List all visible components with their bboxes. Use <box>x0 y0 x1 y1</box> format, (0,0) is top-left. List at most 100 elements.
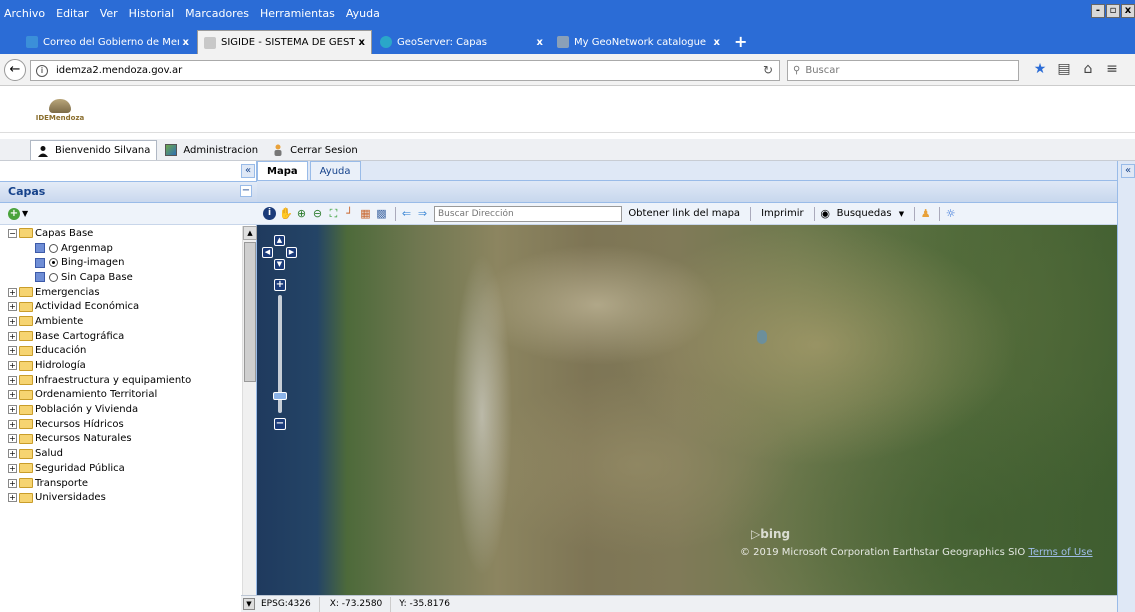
tree-folder[interactable]: + Universidades <box>8 490 240 505</box>
reload-icon[interactable]: ↻ <box>763 63 773 77</box>
collapse-node-icon[interactable]: − <box>8 228 17 238</box>
pan-hand-icon[interactable]: ✋ <box>279 207 293 220</box>
admin-button[interactable]: Administracion <box>159 140 264 160</box>
tab-mapa[interactable]: Mapa <box>257 161 308 180</box>
google-earth-icon[interactable]: ☼ <box>944 207 957 220</box>
menu-historial[interactable]: Historial <box>129 7 174 20</box>
tab-ayuda[interactable]: Ayuda <box>309 161 361 180</box>
tab-close-icon[interactable]: x <box>537 37 543 48</box>
terms-of-use-link[interactable]: Terms of Use <box>1028 547 1092 558</box>
add-layer-icon[interactable]: + <box>8 207 20 220</box>
welcome-tab[interactable]: Bienvenido Silvana <box>30 140 158 160</box>
chevron-down-icon[interactable]: ▼ <box>22 209 28 218</box>
searches-menu-button[interactable]: Busquedas ▼ <box>837 208 905 219</box>
projection-label[interactable]: EPSG:4326 <box>257 596 320 612</box>
close-window-button[interactable]: x <box>1121 4 1135 18</box>
maximize-button[interactable]: ▫ <box>1106 4 1120 18</box>
browser-tab-sigide[interactable]: SIGIDE - SISTEMA DE GESTIO... x <box>197 30 372 54</box>
collapse-layers-button[interactable]: − <box>240 185 252 197</box>
measure-distance-icon[interactable]: ┘ <box>343 207 356 220</box>
chevron-down-icon[interactable]: ▼ <box>243 598 255 610</box>
tree-folder[interactable]: + Hidrología <box>8 358 240 373</box>
tree-folder[interactable]: + Ordenamiento Territorial <box>8 388 240 403</box>
browser-tab-geonetwork[interactable]: My GeoNetwork catalogue x <box>551 30 726 54</box>
get-map-link-button[interactable]: Obtener link del mapa <box>628 208 740 219</box>
expand-node-icon[interactable]: + <box>8 493 17 503</box>
zoom-thumb[interactable] <box>273 392 287 401</box>
menu-herramientas[interactable]: Herramientas <box>260 7 335 20</box>
pan-down-button[interactable]: ▼ <box>274 259 285 270</box>
previous-extent-icon[interactable]: ⇐ <box>400 207 413 220</box>
url-bar[interactable]: i idemza2.mendoza.gov.ar ↻ <box>30 60 780 81</box>
expand-right-panel-button[interactable]: « <box>1121 164 1135 178</box>
pan-right-button[interactable]: ▶ <box>286 247 297 258</box>
new-tab-button[interactable]: + <box>734 30 747 54</box>
bookmarks-list-icon[interactable]: ▤ <box>1052 61 1076 77</box>
back-button[interactable]: ← <box>4 59 26 81</box>
print-button[interactable]: Imprimir <box>761 208 804 219</box>
expand-node-icon[interactable]: + <box>8 331 17 341</box>
expand-node-icon[interactable]: + <box>8 405 17 415</box>
browser-tab-geoserver[interactable]: GeoServer: Capas x <box>374 30 549 54</box>
map-viewport[interactable]: ▲ ◀ ▶ ▼ + − ▷bing © 2019 Microsoft Corpo… <box>257 225 1117 595</box>
zoom-out-tool-icon[interactable]: ⊖ <box>311 207 324 220</box>
tree-layer-sin-capa-base[interactable]: Sin Capa Base <box>8 270 240 285</box>
info-tool-icon[interactable]: i <box>263 207 276 220</box>
expand-node-icon[interactable]: + <box>8 302 17 312</box>
tree-folder[interactable]: + Emergencias <box>8 285 240 300</box>
expand-node-icon[interactable]: + <box>8 361 17 371</box>
logout-button[interactable]: Cerrar Sesion <box>266 140 364 160</box>
collapse-left-panel-button[interactable]: « <box>241 164 255 178</box>
expand-node-icon[interactable]: + <box>8 390 17 400</box>
zoom-out-button[interactable]: − <box>274 418 286 430</box>
menu-editar[interactable]: Editar <box>56 7 89 20</box>
menu-marcadores[interactable]: Marcadores <box>185 7 249 20</box>
expand-node-icon[interactable]: + <box>8 419 17 429</box>
legend-icon[interactable]: ▩ <box>375 207 388 220</box>
radio-argenmap[interactable] <box>49 243 58 253</box>
tree-folder[interactable]: + Actividad Económica <box>8 299 240 314</box>
tree-folder[interactable]: + Educación <box>8 344 240 359</box>
expand-node-icon[interactable]: + <box>8 346 17 356</box>
menu-hamburger-icon[interactable]: ≡ <box>1100 61 1124 77</box>
tree-folder[interactable]: + Salud <box>8 446 240 461</box>
home-icon[interactable]: ⌂ <box>1076 61 1100 77</box>
next-extent-icon[interactable]: ⇒ <box>416 207 429 220</box>
tree-folder[interactable]: + Seguridad Pública <box>8 461 240 476</box>
tab-close-icon[interactable]: x <box>183 37 189 48</box>
tree-folder[interactable]: + Población y Vivienda <box>8 402 240 417</box>
tree-folder[interactable]: + Base Cartográfica <box>8 329 240 344</box>
expand-node-icon[interactable]: + <box>8 316 17 326</box>
tree-folder[interactable]: + Ambiente <box>8 314 240 329</box>
radio-bing-imagen[interactable] <box>49 258 58 268</box>
zoom-in-tool-icon[interactable]: ⊕ <box>295 207 308 220</box>
tree-folder[interactable]: + Recursos Hídricos <box>8 417 240 432</box>
info-icon[interactable]: i <box>36 64 48 77</box>
tree-scrollbar[interactable]: ▲ <box>242 226 257 596</box>
expand-node-icon[interactable]: + <box>8 478 17 488</box>
tree-layer-bing-imagen[interactable]: Bing-imagen <box>8 255 240 270</box>
scroll-up-icon[interactable]: ▲ <box>243 226 257 240</box>
bookmark-star-icon[interactable]: ★ <box>1028 61 1052 77</box>
tab-close-icon[interactable]: x <box>714 37 720 48</box>
address-search-input[interactable] <box>434 205 623 222</box>
pan-left-button[interactable]: ◀ <box>262 247 273 258</box>
tree-folder[interactable]: + Infraestructura y equipamiento <box>8 373 240 388</box>
expand-node-icon[interactable]: + <box>8 434 17 444</box>
menu-ayuda[interactable]: Ayuda <box>346 7 380 20</box>
expand-node-icon[interactable]: + <box>8 463 17 473</box>
menu-archivo[interactable]: Archivo <box>4 7 45 20</box>
tree-layer-argenmap[interactable]: Argenmap <box>8 241 240 256</box>
browser-search-box[interactable]: ⚲ Buscar <box>787 60 1019 81</box>
expand-node-icon[interactable]: + <box>8 375 17 385</box>
measure-area-icon[interactable]: ▦ <box>359 207 372 220</box>
radio-sin-capa-base[interactable] <box>49 272 58 282</box>
full-extent-icon[interactable]: ⛶ <box>327 207 340 220</box>
street-view-person-icon[interactable]: ♟ <box>919 207 932 220</box>
tree-folder-capas-base[interactable]: − Capas Base <box>8 226 240 241</box>
minimize-button[interactable]: - <box>1091 4 1105 18</box>
tree-folder[interactable]: + Transporte <box>8 476 240 491</box>
zoom-in-button[interactable]: + <box>274 279 286 291</box>
expand-node-icon[interactable]: + <box>8 449 17 459</box>
browser-tab-correo[interactable]: Correo del Gobierno de Mend... x <box>20 30 195 54</box>
